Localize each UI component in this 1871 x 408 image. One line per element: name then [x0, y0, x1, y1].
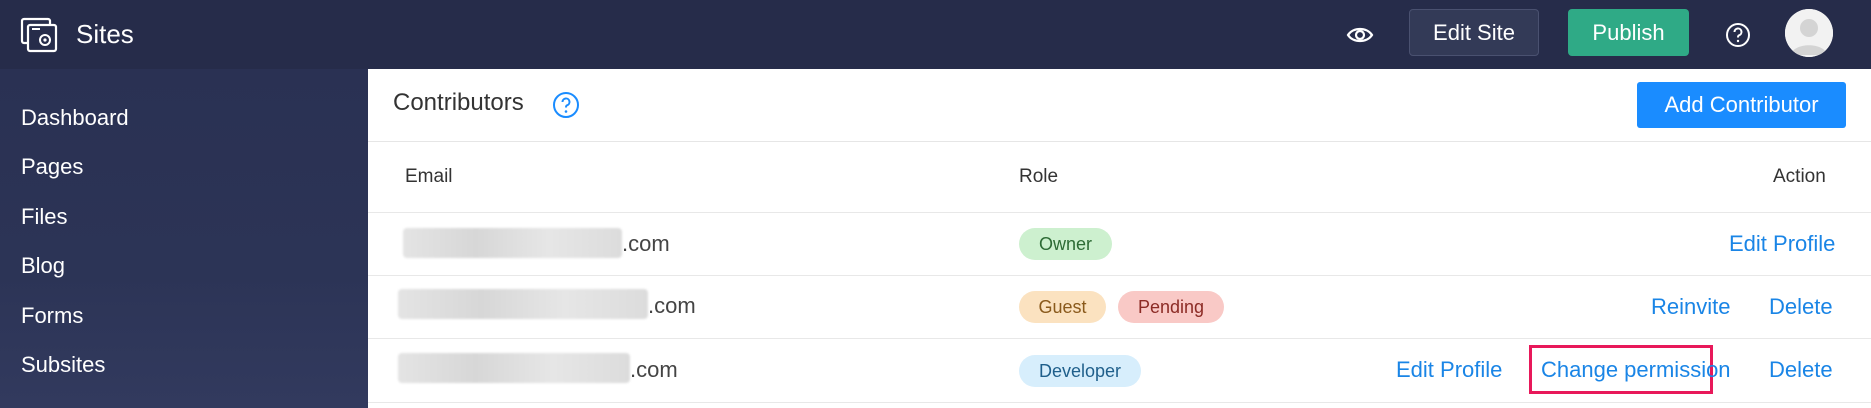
sidebar: Dashboard Pages Files Blog Forms Subsite… [0, 69, 368, 408]
email-redacted [398, 289, 648, 319]
column-header-action: Action [1773, 166, 1826, 187]
email-domain-suffix: .com [622, 231, 670, 256]
sidebar-item-forms[interactable]: Forms [21, 303, 83, 329]
email-domain-suffix: .com [648, 293, 696, 318]
sidebar-item-dashboard[interactable]: Dashboard [21, 105, 129, 131]
sidebar-item-subsites[interactable]: Subsites [21, 352, 105, 378]
delete-link[interactable]: Delete [1769, 357, 1833, 383]
column-header-email: Email [405, 166, 453, 187]
delete-link[interactable]: Delete [1769, 294, 1833, 320]
help-icon[interactable] [1721, 18, 1755, 52]
status-badge-pending: Pending [1118, 291, 1224, 323]
top-bar: Sites Edit Site Publish [0, 0, 1871, 69]
reinvite-link[interactable]: Reinvite [1651, 294, 1730, 320]
change-permission-link[interactable]: Change permission [1541, 357, 1731, 383]
sidebar-item-files[interactable]: Files [21, 204, 67, 230]
page-title: Contributors [393, 89, 524, 116]
email-domain-suffix: .com [630, 357, 678, 382]
publish-button[interactable]: Publish [1568, 9, 1689, 56]
role-badge-developer: Developer [1019, 355, 1141, 387]
brand[interactable]: Sites [20, 16, 134, 54]
preview-eye-icon[interactable] [1342, 19, 1378, 51]
edit-profile-link[interactable]: Edit Profile [1396, 357, 1502, 383]
contributors-help-icon[interactable] [552, 91, 580, 119]
email-redacted [398, 353, 630, 383]
role-badge-guest: Guest [1019, 291, 1106, 323]
row-divider [368, 402, 1871, 403]
row-divider [368, 275, 1871, 276]
sites-logo-icon [20, 17, 58, 52]
contributors-panel: Contributors Add Contributor Email Role … [368, 69, 1871, 408]
edit-profile-link[interactable]: Edit Profile [1729, 231, 1835, 257]
sidebar-item-blog[interactable]: Blog [21, 253, 65, 279]
user-avatar-icon [1785, 9, 1833, 57]
header-divider [368, 212, 1871, 213]
role-badge-owner: Owner [1019, 228, 1112, 260]
row-divider [368, 338, 1871, 339]
sidebar-item-pages[interactable]: Pages [21, 154, 83, 180]
column-header-role: Role [1019, 166, 1059, 187]
user-avatar[interactable] [1785, 9, 1833, 57]
email-redacted [403, 228, 622, 258]
panel-header: Contributors Add Contributor [368, 69, 1871, 142]
edit-site-button[interactable]: Edit Site [1409, 9, 1539, 56]
add-contributor-button[interactable]: Add Contributor [1637, 82, 1846, 128]
app-title: Sites [76, 19, 134, 49]
